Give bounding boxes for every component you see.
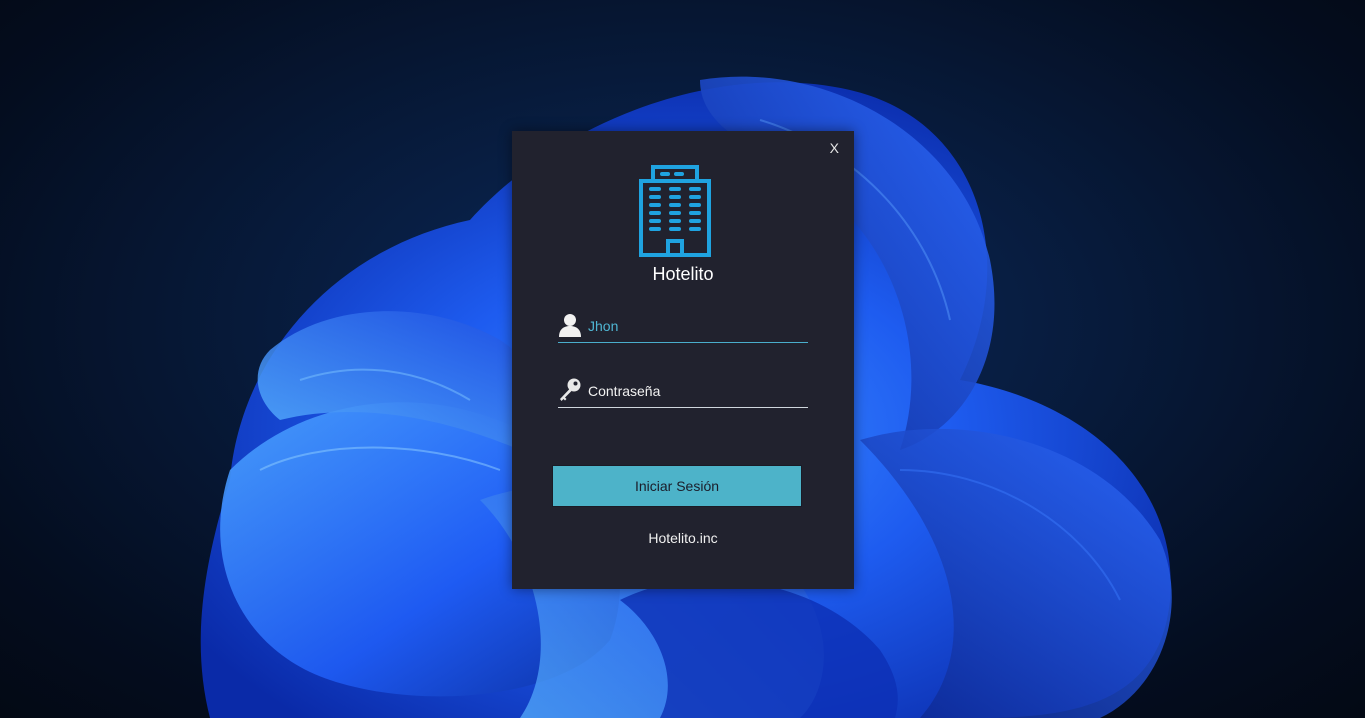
footer-text: Hotelito.inc — [648, 530, 718, 546]
close-button[interactable]: X — [830, 140, 839, 156]
key-icon — [560, 378, 581, 401]
login-window: X Hotelito Jhon Contraseña Iniciar Sesió… — [512, 131, 854, 589]
user-icon — [559, 314, 581, 337]
app-title: Hotelito — [652, 264, 714, 284]
password-input[interactable] — [588, 380, 803, 402]
desktop: X Hotelito Jhon Contraseña Iniciar Sesió… — [0, 0, 1365, 718]
login-button[interactable]: Iniciar Sesión — [552, 465, 802, 507]
password-field — [558, 377, 808, 408]
building-icon — [639, 165, 711, 257]
username-input[interactable] — [588, 315, 803, 337]
username-field — [558, 312, 808, 343]
